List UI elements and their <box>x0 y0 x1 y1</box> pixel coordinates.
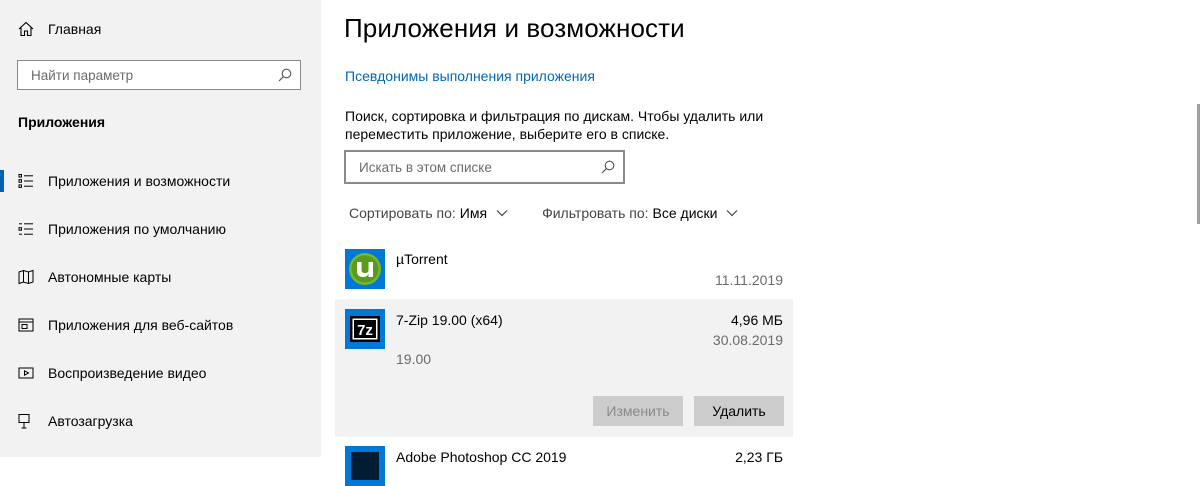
search-icon[interactable] <box>601 160 615 174</box>
section-title: Приложения <box>18 114 106 130</box>
apps-websites-icon <box>18 318 34 332</box>
sidebar-item-offline-maps[interactable]: Автономные карты <box>0 253 321 301</box>
scrollbar[interactable] <box>1197 104 1200 224</box>
sidebar-item-label: Приложения по умолчанию <box>48 221 226 237</box>
startup-icon <box>18 414 30 429</box>
sidebar: Главная Приложения Приложения и возможно… <box>0 0 321 457</box>
svg-text:7z: 7z <box>357 322 373 339</box>
modify-button[interactable]: Изменить <box>593 396 683 426</box>
app-list-item-7zip[interactable]: 7z 7-Zip 19.00 (x64) 4,96 МБ 30.08.2019 … <box>335 299 793 437</box>
sidebar-item-label: Воспроизведение видео <box>48 365 207 381</box>
app-execution-aliases-link[interactable]: Псевдонимы выполнения приложения <box>345 68 595 84</box>
uninstall-button[interactable]: Удалить <box>694 396 784 426</box>
apps-features-icon <box>18 174 33 188</box>
home-nav-item[interactable]: Главная <box>18 19 101 39</box>
app-search-input[interactable] <box>357 158 601 176</box>
default-apps-icon <box>18 223 33 235</box>
sidebar-item-label: Автономные карты <box>48 269 172 285</box>
main-content: Приложения и возможности Псевдонимы выпо… <box>321 0 1202 486</box>
sort-label: Сортировать по: <box>349 205 456 221</box>
page-title: Приложения и возможности <box>344 13 685 43</box>
search-icon[interactable] <box>278 68 292 82</box>
filter-value: Все диски <box>652 205 718 221</box>
sidebar-item-default-apps[interactable]: Приложения по умолчанию <box>0 205 321 253</box>
home-icon <box>18 21 34 37</box>
sidebar-nav: Приложения и возможности Приложения по у… <box>0 157 321 445</box>
app-list-item-utorrent[interactable]: µTorrent 11.11.2019 <box>335 240 793 299</box>
sidebar-item-apps-websites[interactable]: Приложения для веб-сайтов <box>0 301 321 349</box>
app-install-date: 11.11.2019 <box>715 272 783 288</box>
sidebar-item-label: Автозагрузка <box>48 413 133 429</box>
home-label: Главная <box>48 21 102 37</box>
description-text: Поиск, сортировка и фильтрация по дискам… <box>345 108 764 142</box>
utorrent-icon <box>345 249 385 289</box>
sidebar-item-video-playback[interactable]: Воспроизведение видео <box>0 349 321 397</box>
photoshop-icon <box>345 446 385 486</box>
settings-search-input[interactable] <box>29 66 278 84</box>
sort-value: Имя <box>459 205 488 221</box>
app-name: µTorrent <box>396 251 448 267</box>
app-size: 2,23 ГБ <box>735 449 783 465</box>
filter-label: Фильтровать по: <box>542 205 649 221</box>
sidebar-item-label: Приложения для веб-сайтов <box>48 317 234 333</box>
chevron-down-icon <box>496 210 508 217</box>
sort-dropdown[interactable]: Сортировать по: Имя <box>349 205 508 221</box>
7zip-icon: 7z <box>345 309 385 349</box>
settings-search-box[interactable] <box>17 60 301 90</box>
app-name: 7-Zip 19.00 (x64) <box>396 312 503 328</box>
app-name: Adobe Photoshop CC 2019 <box>396 449 567 465</box>
app-list-item-photoshop[interactable]: Adobe Photoshop CC 2019 2,23 ГБ <box>335 437 793 486</box>
app-version: 19.00 <box>396 351 432 367</box>
sidebar-item-label: Приложения и возможности <box>48 173 231 189</box>
offline-maps-icon <box>18 269 34 285</box>
filter-dropdown[interactable]: Фильтровать по: Все диски <box>542 205 738 221</box>
sidebar-item-apps-features[interactable]: Приложения и возможности <box>0 157 321 205</box>
app-install-date: 30.08.2019 <box>712 332 783 348</box>
video-playback-icon <box>18 367 34 379</box>
app-size: 4,96 МБ <box>731 312 783 328</box>
chevron-down-icon <box>727 210 738 217</box>
app-search-box[interactable] <box>344 150 625 184</box>
list-controls: Сортировать по: Имя Фильтровать по: Все … <box>349 205 738 221</box>
sidebar-item-startup[interactable]: Автозагрузка <box>0 397 321 445</box>
app-list: µTorrent 11.11.2019 7z 7-Zip 19.00 (x64)… <box>335 240 793 486</box>
